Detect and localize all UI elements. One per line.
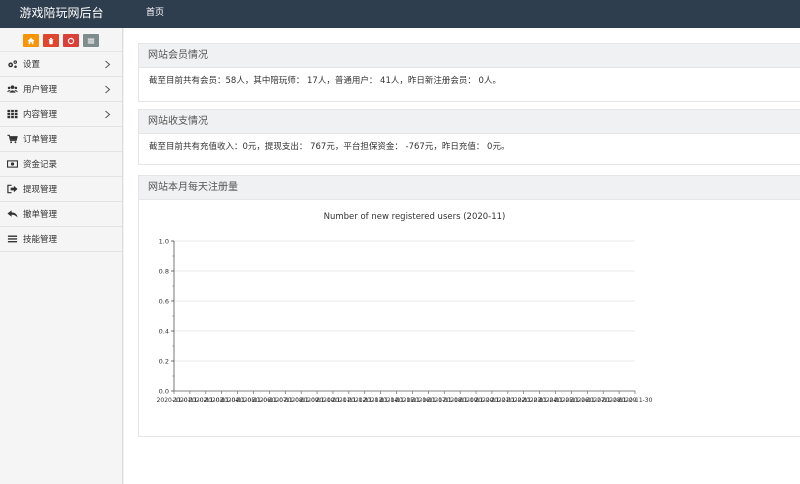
sidebar-item-content[interactable]: 内容管理 bbox=[0, 102, 122, 127]
sidebar-item-users[interactable]: 用户管理 bbox=[0, 77, 122, 102]
data-point bbox=[586, 390, 588, 392]
gears-icon bbox=[6, 59, 19, 70]
y-tick-label: 0.4 bbox=[159, 328, 169, 336]
users-icon bbox=[6, 84, 19, 95]
data-point bbox=[507, 390, 509, 392]
sidebar-item-label: 订单管理 bbox=[23, 135, 58, 145]
main-content: 网站会员情况 截至目前共有会员：58人，其中陪玩师： 17人，普通用户： 41人… bbox=[124, 28, 800, 484]
chart-svg: Number of new registered users (2020-11)… bbox=[157, 212, 653, 404]
y-tick-label: 0.8 bbox=[159, 268, 169, 276]
shortcut-list-button[interactable] bbox=[83, 34, 99, 47]
shortcut-bar bbox=[0, 28, 122, 52]
reply-icon bbox=[6, 209, 19, 220]
data-point bbox=[602, 390, 604, 392]
data-point bbox=[634, 390, 636, 392]
top-bar: 游戏陪玩网后台 首页 bbox=[0, 0, 800, 28]
sidebar-item-label: 撤单管理 bbox=[23, 210, 58, 220]
data-point bbox=[189, 390, 191, 392]
data-point bbox=[555, 390, 557, 392]
data-point bbox=[252, 390, 254, 392]
trash-icon bbox=[48, 37, 54, 44]
data-point bbox=[284, 390, 286, 392]
y-tick-label: 0.0 bbox=[159, 388, 169, 396]
members-panel: 网站会员情况 截至目前共有会员：58人，其中陪玩师： 17人，普通用户： 41人… bbox=[138, 43, 800, 102]
sidebar-item-label: 用户管理 bbox=[23, 85, 58, 95]
data-point bbox=[570, 390, 572, 392]
sidebar-item-skills[interactable]: 技能管理 bbox=[0, 227, 122, 252]
nav-home-link[interactable]: 首页 bbox=[146, 0, 164, 28]
home-icon bbox=[27, 37, 35, 44]
members-summary: 截至目前共有会员：58人，其中陪玩师： 17人，普通用户： 41人，昨日新注册会… bbox=[149, 76, 501, 86]
data-point bbox=[221, 390, 223, 392]
shortcut-recycle-button[interactable] bbox=[63, 34, 79, 47]
sidebar-item-cancellations[interactable]: 撤单管理 bbox=[0, 202, 122, 227]
chevron-right-icon bbox=[104, 85, 112, 94]
sidebar-item-funds[interactable]: 资金记录 bbox=[0, 152, 122, 177]
data-point bbox=[475, 390, 477, 392]
recycle-icon bbox=[67, 36, 75, 44]
data-point bbox=[539, 390, 541, 392]
sidebar-item-withdrawals[interactable]: 提现管理 bbox=[0, 177, 122, 202]
data-point bbox=[443, 390, 445, 392]
registrations-chart: Number of new registered users (2020-11)… bbox=[139, 201, 800, 436]
finance-panel: 网站收支情况 截至目前共有充值收入：0元，提现支出： 767元，平台担保资金： … bbox=[138, 109, 800, 165]
data-point bbox=[380, 390, 382, 392]
finance-panel-title: 网站收支情况 bbox=[139, 110, 800, 134]
sidebar-item-orders[interactable]: 订单管理 bbox=[0, 127, 122, 152]
money-icon bbox=[6, 159, 19, 170]
data-point bbox=[427, 390, 429, 392]
data-point bbox=[173, 390, 175, 392]
data-point bbox=[411, 390, 413, 392]
y-tick-label: 0.6 bbox=[159, 298, 169, 306]
sidebar-item-label: 设置 bbox=[23, 60, 41, 70]
sidebar-item-label: 提现管理 bbox=[23, 185, 58, 195]
chevron-right-icon bbox=[104, 60, 112, 69]
sidebar-item-label: 资金记录 bbox=[23, 160, 58, 170]
shortcut-home-button[interactable] bbox=[23, 34, 39, 47]
x-tick-label: 2020-11-30 bbox=[618, 397, 653, 404]
data-point bbox=[348, 390, 350, 392]
data-point bbox=[491, 390, 493, 392]
data-point bbox=[332, 390, 334, 392]
data-point bbox=[205, 390, 207, 392]
data-point bbox=[618, 390, 620, 392]
finance-summary: 截至目前共有充值收入：0元，提现支出： 767元，平台担保资金： -767元，昨… bbox=[149, 142, 510, 152]
cart-icon bbox=[6, 134, 19, 145]
shortcut-trash-button[interactable] bbox=[43, 34, 59, 47]
data-point bbox=[396, 390, 398, 392]
data-point bbox=[268, 390, 270, 392]
data-point bbox=[316, 390, 318, 392]
sidebar-item-label: 内容管理 bbox=[23, 110, 58, 120]
chart-title: Number of new registered users (2020-11) bbox=[324, 212, 506, 222]
y-tick-label: 0.2 bbox=[159, 358, 169, 366]
registrations-panel: 网站本月每天注册量 Number of new registered users… bbox=[138, 175, 800, 437]
members-panel-title: 网站会员情况 bbox=[139, 44, 800, 68]
registrations-panel-title: 网站本月每天注册量 bbox=[139, 176, 800, 200]
data-point bbox=[364, 390, 366, 392]
list-icon bbox=[87, 38, 95, 43]
chevron-right-icon bbox=[104, 110, 112, 119]
data-point bbox=[523, 390, 525, 392]
sidebar-item-label: 技能管理 bbox=[23, 235, 58, 245]
data-point bbox=[237, 390, 239, 392]
brand-title[interactable]: 游戏陪玩网后台 bbox=[0, 0, 123, 28]
data-point bbox=[459, 390, 461, 392]
sign-out-icon bbox=[6, 184, 19, 195]
bars-icon bbox=[6, 234, 19, 245]
sidebar: 设置 用户管理 内容管理 订单管理 资金记录 提现管理 撤单管理 技能管理 bbox=[0, 28, 123, 484]
data-point bbox=[300, 390, 302, 392]
y-tick-label: 1.0 bbox=[159, 238, 169, 246]
sidebar-item-settings[interactable]: 设置 bbox=[0, 52, 122, 77]
grid-icon bbox=[6, 109, 19, 120]
